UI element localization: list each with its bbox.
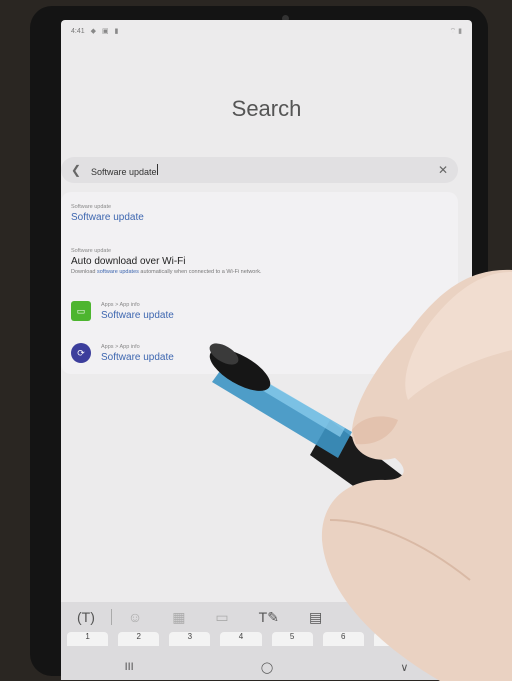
page-title: Search [231, 96, 302, 121]
keyboard: (T) ☺ ▦ ▭ T✎ ▤ 1 2 3 4 5 6 7 8 III ◯ ∨ [61, 602, 472, 680]
handwriting-icon[interactable]: T✎ [259, 609, 279, 626]
search-result-2[interactable]: Software update Auto download over Wi-Fi… [71, 248, 448, 275]
screen: 4:41 ◆ ▣ ▮ ⌔ ▮ Search ❮ Software update … [61, 20, 472, 680]
search-input[interactable]: Software update [87, 163, 438, 177]
result-category: Software update [71, 204, 112, 210]
result-title[interactable]: Auto download over Wi-Fi [71, 256, 448, 267]
close-icon[interactable]: ✕ [438, 163, 448, 177]
app-blue-icon: ⟳ [71, 343, 91, 363]
result-title[interactable]: Software update [101, 352, 174, 363]
search-result-1[interactable]: Software update Software update [71, 204, 448, 223]
key-2[interactable]: 2 [118, 632, 160, 646]
desc-highlight: software updates [97, 269, 139, 275]
key-6[interactable]: 6 [322, 632, 364, 646]
result-description: Download software updates automatically … [71, 269, 448, 275]
text-cursor [156, 163, 158, 175]
status-time: 4:41 [71, 27, 85, 35]
status-system-icons: ⌔ ▮ [449, 27, 462, 35]
result-category: Software update [71, 248, 112, 254]
result-title[interactable]: Software update [71, 212, 448, 223]
key-3[interactable]: 3 [169, 632, 211, 646]
desc-text: Download [71, 269, 97, 275]
result-category: Apps > App info [101, 343, 140, 350]
key-8[interactable]: 8 [424, 632, 466, 646]
search-result-4[interactable]: ⟳ Apps > App info Software update [71, 343, 448, 363]
search-results-card: Software update Software update Software… [61, 192, 458, 374]
search-result-3[interactable]: ▭ Apps > App info Software update [71, 301, 448, 321]
emoji-icon[interactable]: ☺ [128, 609, 142, 625]
key-4[interactable]: 4 [220, 632, 262, 646]
clipboard-icon[interactable]: ▤ [309, 609, 322, 626]
navigation-bar: III ◯ ∨ [61, 654, 472, 680]
status-bar: 4:41 ◆ ▣ ▮ ⌔ ▮ [61, 20, 472, 42]
result-category: Apps > App info [101, 301, 140, 308]
keyboard-number-row: 1 2 3 4 5 6 7 8 [61, 632, 472, 646]
key-5[interactable]: 5 [271, 632, 313, 646]
text-recognition-icon[interactable]: (T) [77, 609, 95, 625]
key-7[interactable]: 7 [373, 632, 415, 646]
back-button[interactable]: ∨ [400, 661, 408, 674]
result-title[interactable]: Software update [101, 310, 174, 321]
status-notification-icons: ◆ ▣ ▮ [90, 28, 121, 35]
desc-text: automatically when connected to a Wi-Fi … [138, 269, 262, 275]
keyboard-toolbar: (T) ☺ ▦ ▭ T✎ ▤ [61, 602, 472, 632]
sticker-icon[interactable]: ▦ [172, 609, 185, 626]
app-green-icon: ▭ [71, 301, 91, 321]
toolbar-divider [110, 609, 112, 625]
gif-icon[interactable]: ▭ [215, 609, 228, 626]
recents-button[interactable]: III [125, 661, 134, 673]
search-query-text: Software update [91, 166, 157, 177]
chevron-left-icon[interactable]: ❮ [71, 163, 87, 177]
key-1[interactable]: 1 [67, 632, 109, 646]
home-button[interactable]: ◯ [261, 661, 273, 674]
search-bar: ❮ Software update ✕ [61, 157, 458, 183]
